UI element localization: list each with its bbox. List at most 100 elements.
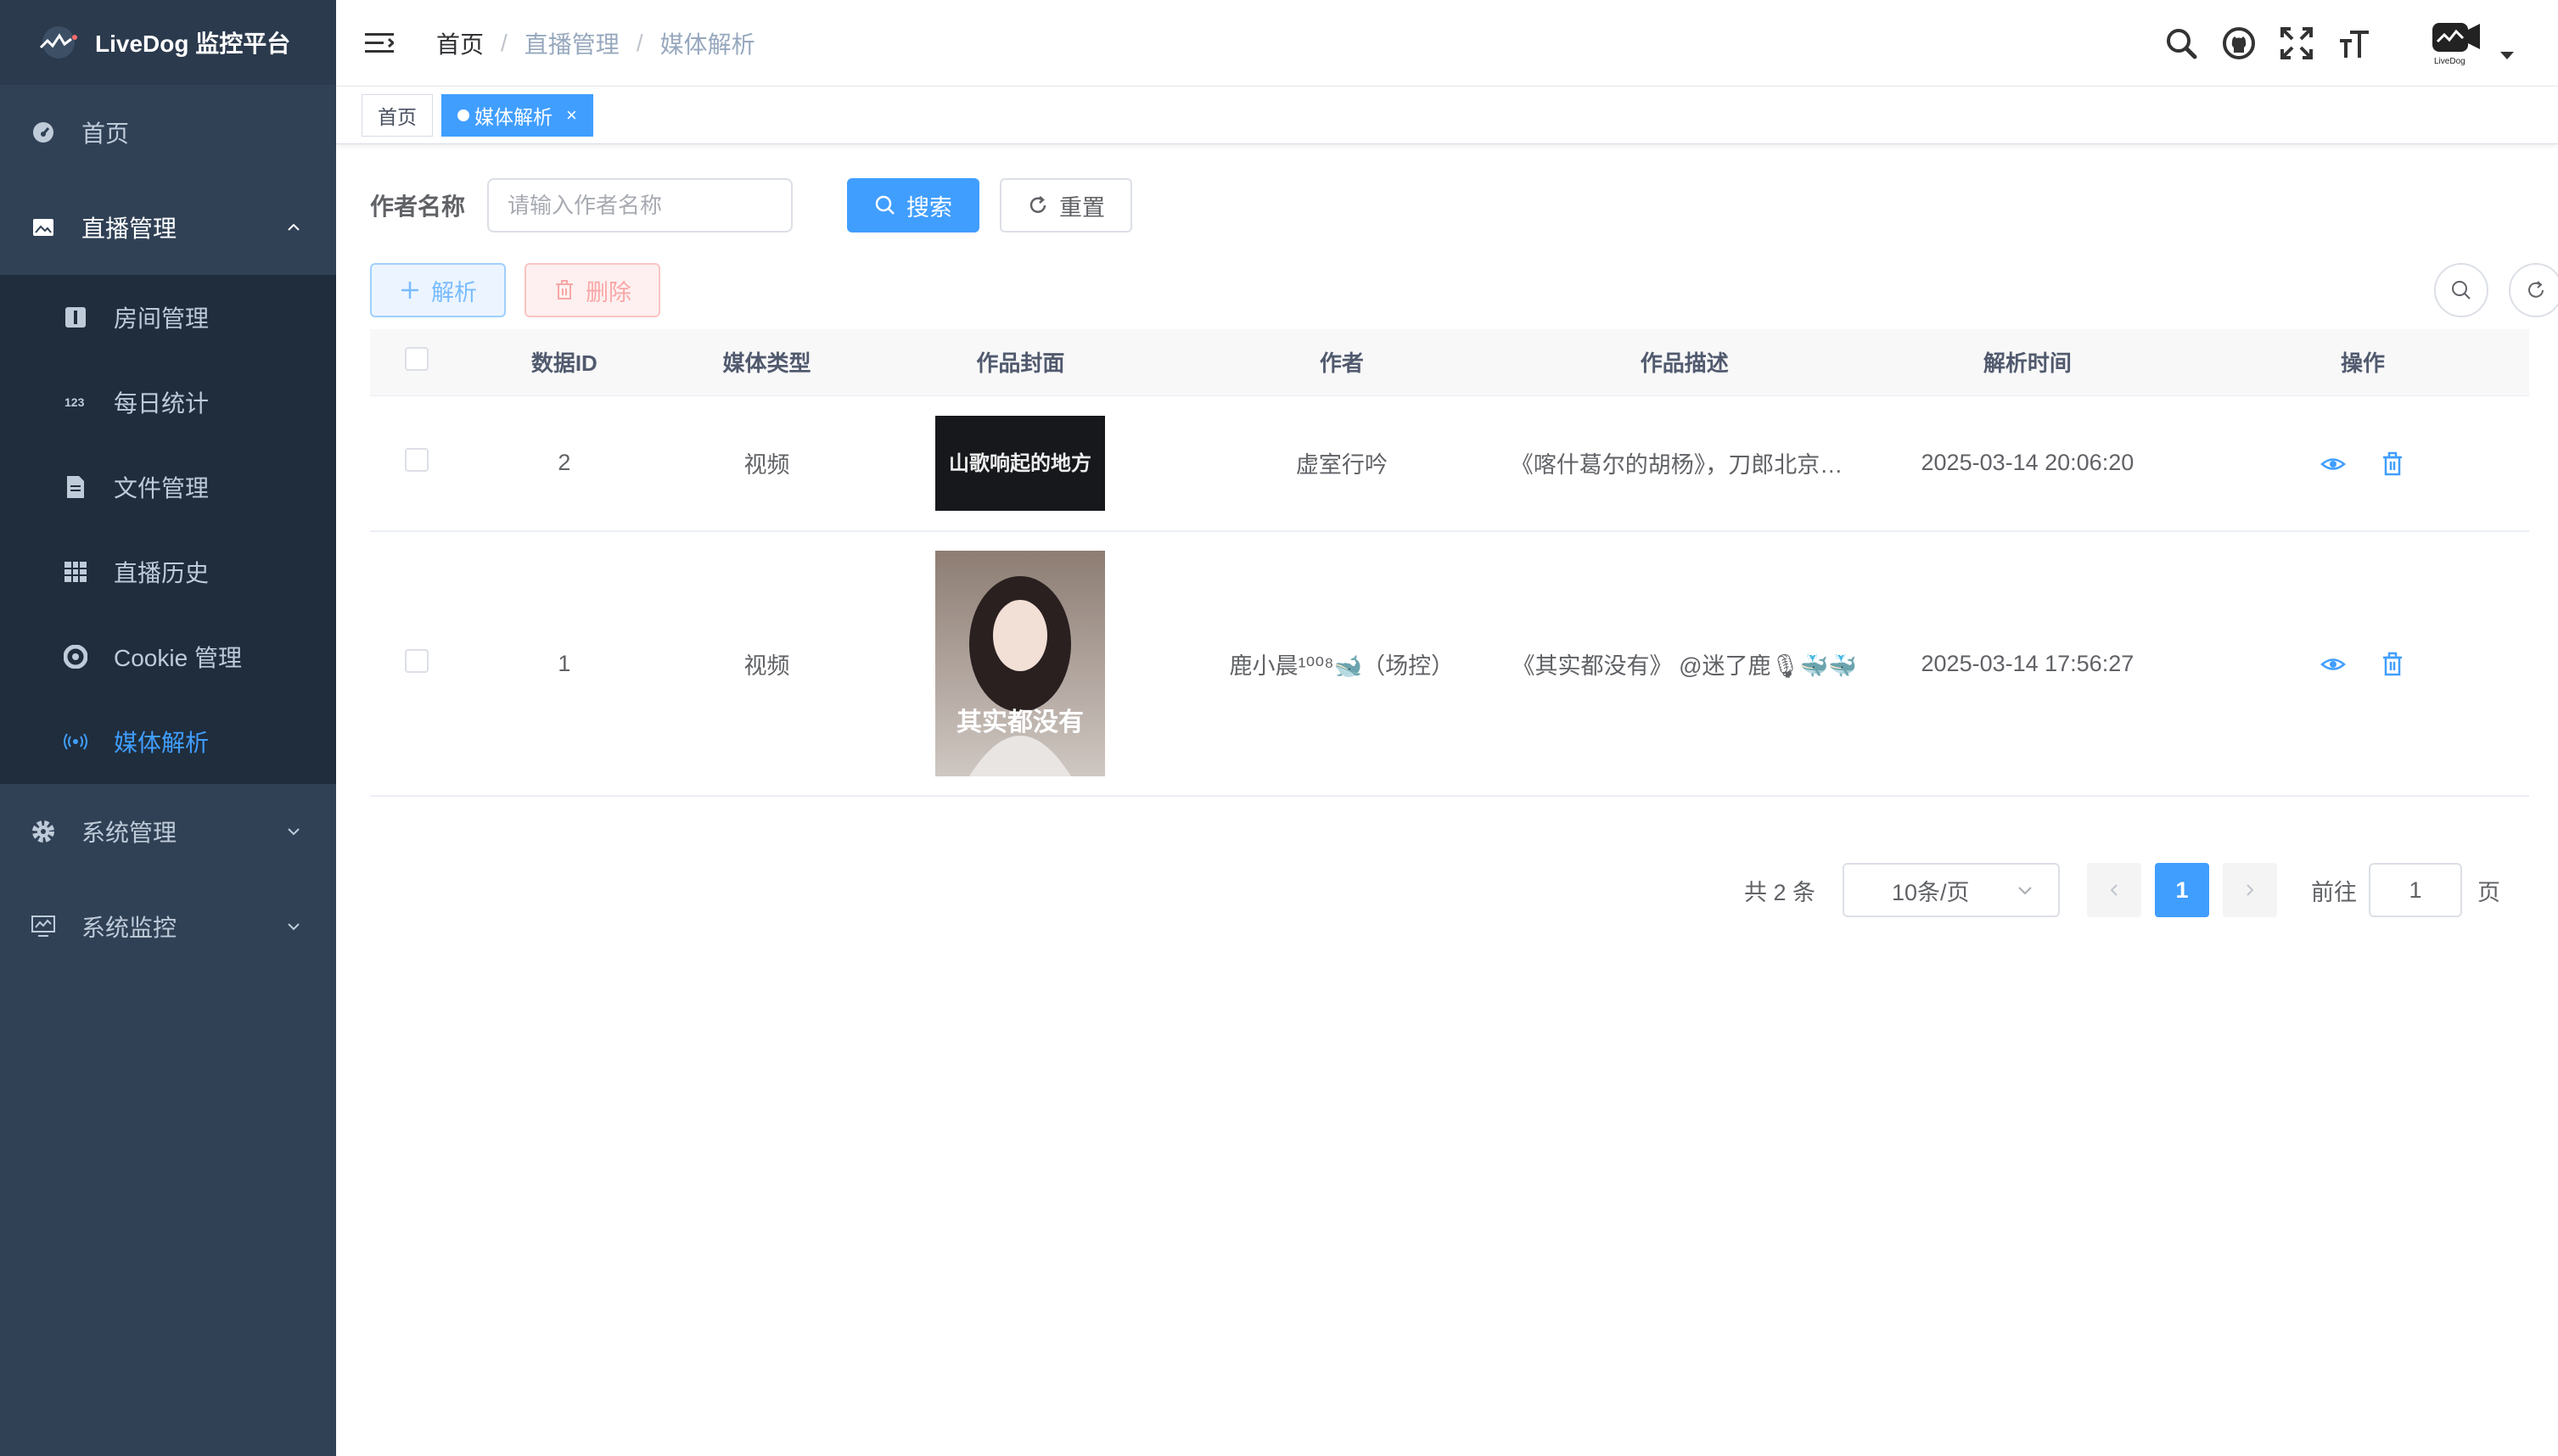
search-form: 作者名称 搜索 重置 <box>370 178 2529 232</box>
sidebar-item-label: 系统管理 <box>81 820 177 846</box>
sidebar-item-history[interactable]: 直播历史 <box>0 529 336 614</box>
column-header: 数据ID <box>463 329 666 396</box>
delete-button[interactable]: 删除 <box>525 263 660 317</box>
goto-page-input[interactable] <box>2369 863 2462 917</box>
tag-home[interactable]: 首页 <box>362 93 433 137</box>
row-checkbox[interactable] <box>404 448 429 473</box>
row-checkbox[interactable] <box>404 648 429 673</box>
breadcrumb-home[interactable]: 首页 <box>436 26 484 60</box>
search-icon[interactable] <box>2164 26 2198 60</box>
cell-type: 视频 <box>665 531 868 797</box>
delete-button-label: 删除 <box>586 279 631 305</box>
close-icon[interactable]: × <box>566 104 577 126</box>
hamburger-icon[interactable] <box>365 31 394 55</box>
trash-icon <box>553 279 575 301</box>
refresh-table-button[interactable] <box>2509 263 2558 317</box>
sidebar-item-cookie[interactable]: Cookie 管理 <box>0 614 336 699</box>
svg-text:123: 123 <box>65 395 85 409</box>
caret-down-icon[interactable] <box>2500 51 2514 59</box>
font-size-icon[interactable] <box>2337 26 2371 60</box>
delete-row-icon[interactable] <box>2380 451 2405 477</box>
chevron-down-icon <box>288 828 300 836</box>
live-management-submenu: 房间管理 123 每日统计 文件管理 直播历史 Cookie 管理 媒体解析 <box>0 275 336 784</box>
table-row: 1 视频 其实都没有 鹿小晨¹⁰⁰⁸🐋（场控） 《其实都没有》 @迷了鹿🎙🐳🐳 … <box>370 531 2529 797</box>
cover-image[interactable]: 其实都没有 <box>935 551 1106 776</box>
github-icon[interactable] <box>2222 26 2256 60</box>
toggle-search-button[interactable] <box>2434 263 2488 317</box>
page-size-select[interactable]: 10条/页 <box>1843 863 2060 917</box>
page-content: 作者名称 搜索 重置 <box>336 178 2558 917</box>
plus-icon <box>399 279 421 301</box>
chevron-up-icon <box>288 223 300 231</box>
right-menu: LiveDog <box>2164 0 2558 87</box>
breadcrumb-live-management[interactable]: 直播管理 <box>525 26 620 60</box>
delete-row-icon[interactable] <box>2380 652 2405 677</box>
svg-text:LiveDog: LiveDog <box>2434 57 2465 65</box>
search-button[interactable]: 搜索 <box>847 178 980 232</box>
logo-icon <box>39 26 77 59</box>
table-header-row: 数据ID 媒体类型 作品封面 作者 作品描述 解析时间 操作 <box>370 329 2529 396</box>
row-select-cell <box>370 531 463 797</box>
cell-description: 《其实都没有》 @迷了鹿🎙🐳🐳 <box>1510 531 1859 797</box>
parse-button-label: 解析 <box>431 279 477 305</box>
sidebar-item-label: 直播历史 <box>114 560 210 586</box>
tags-view: 首页 媒体解析 × <box>336 87 2558 144</box>
fullscreen-icon[interactable] <box>2280 26 2314 60</box>
column-header: 解析时间 <box>1858 329 2196 396</box>
cell-cover: 山歌响起的地方 <box>867 395 1173 532</box>
broadcast-icon <box>63 729 88 754</box>
cell-author: 虚室行吟 <box>1172 395 1511 532</box>
sidebar-item-media-parse[interactable]: 媒体解析 <box>0 699 336 784</box>
sidebar: LiveDog 监控平台 首页 直播管理 房间管理 123 每日统计 文件管理 … <box>0 0 336 1456</box>
refresh-icon <box>2528 281 2544 298</box>
cell-actions <box>2196 531 2529 797</box>
pagination: 共 2 条 10条/页 1 前往 页 <box>1744 863 2500 917</box>
prev-page-button[interactable] <box>2087 863 2141 917</box>
logo[interactable]: LiveDog 监控平台 <box>0 0 336 85</box>
number-icon: 123 <box>63 389 88 415</box>
sidebar-item-label: 直播管理 <box>81 216 177 242</box>
cell-time: 2025-03-14 17:56:27 <box>1858 531 2196 797</box>
page-number-current[interactable]: 1 <box>2155 863 2209 917</box>
reset-button[interactable]: 重置 <box>1000 178 1133 232</box>
tag-media-parse[interactable]: 媒体解析 × <box>441 93 593 137</box>
cover-image[interactable]: 山歌响起的地方 <box>935 415 1106 511</box>
sidebar-item-home[interactable]: 首页 <box>0 85 336 180</box>
monitor-icon <box>31 914 56 939</box>
chevron-down-icon <box>288 923 300 931</box>
cell-time: 2025-03-14 20:06:20 <box>1858 395 2196 532</box>
page-size-value: 10条/页 <box>1892 879 1970 905</box>
breadcrumb: 首页 / 直播管理 / 媒体解析 <box>436 26 755 60</box>
view-icon[interactable] <box>2320 652 2347 677</box>
cell-author: 鹿小晨¹⁰⁰⁸🐋（场控） <box>1172 531 1511 797</box>
table-icon <box>63 559 88 585</box>
dashboard-icon <box>31 120 56 145</box>
media-table: 数据ID 媒体类型 作品封面 作者 作品描述 解析时间 操作 2 视频 山歌响起… <box>370 329 2529 797</box>
tag-label: 首页 <box>378 105 417 128</box>
next-page-button[interactable] <box>2223 863 2277 917</box>
select-all-cell <box>370 329 463 396</box>
parse-button[interactable]: 解析 <box>370 263 506 317</box>
description-text: 《其实都没有》 @迷了鹿🎙🐳🐳 <box>1512 652 1857 679</box>
search-button-label: 搜索 <box>906 194 953 221</box>
sidebar-item-live-management[interactable]: 直播管理 <box>0 180 336 275</box>
cookie-icon <box>63 644 88 669</box>
goto-label: 前往 <box>2311 879 2357 905</box>
sidebar-item-daily-stats[interactable]: 123 每日统计 <box>0 360 336 445</box>
sidebar-item-system-monitor[interactable]: 系统监控 <box>0 879 336 974</box>
svg-text:其实都没有: 其实都没有 <box>956 708 1084 737</box>
avatar[interactable]: LiveDog <box>2431 21 2482 65</box>
description-text: 《喀什葛尔的胡杨》，刀郎北京演唱会 <box>1510 452 1859 479</box>
sidebar-item-files[interactable]: 文件管理 <box>0 445 336 529</box>
cell-id: 2 <box>463 395 666 532</box>
sidebar-item-system-management[interactable]: 系统管理 <box>0 784 336 879</box>
cell-actions <box>2196 395 2529 532</box>
navbar: 首页 / 直播管理 / 媒体解析 LiveDog <box>336 0 2558 87</box>
author-name-label: 作者名称 <box>370 193 466 220</box>
select-all-checkbox[interactable] <box>404 347 429 372</box>
view-icon[interactable] <box>2320 451 2347 477</box>
sidebar-item-rooms[interactable]: 房间管理 <box>0 275 336 360</box>
author-name-input[interactable] <box>487 178 794 232</box>
column-header: 作品封面 <box>867 329 1173 396</box>
sidebar-item-label: 媒体解析 <box>114 730 210 756</box>
